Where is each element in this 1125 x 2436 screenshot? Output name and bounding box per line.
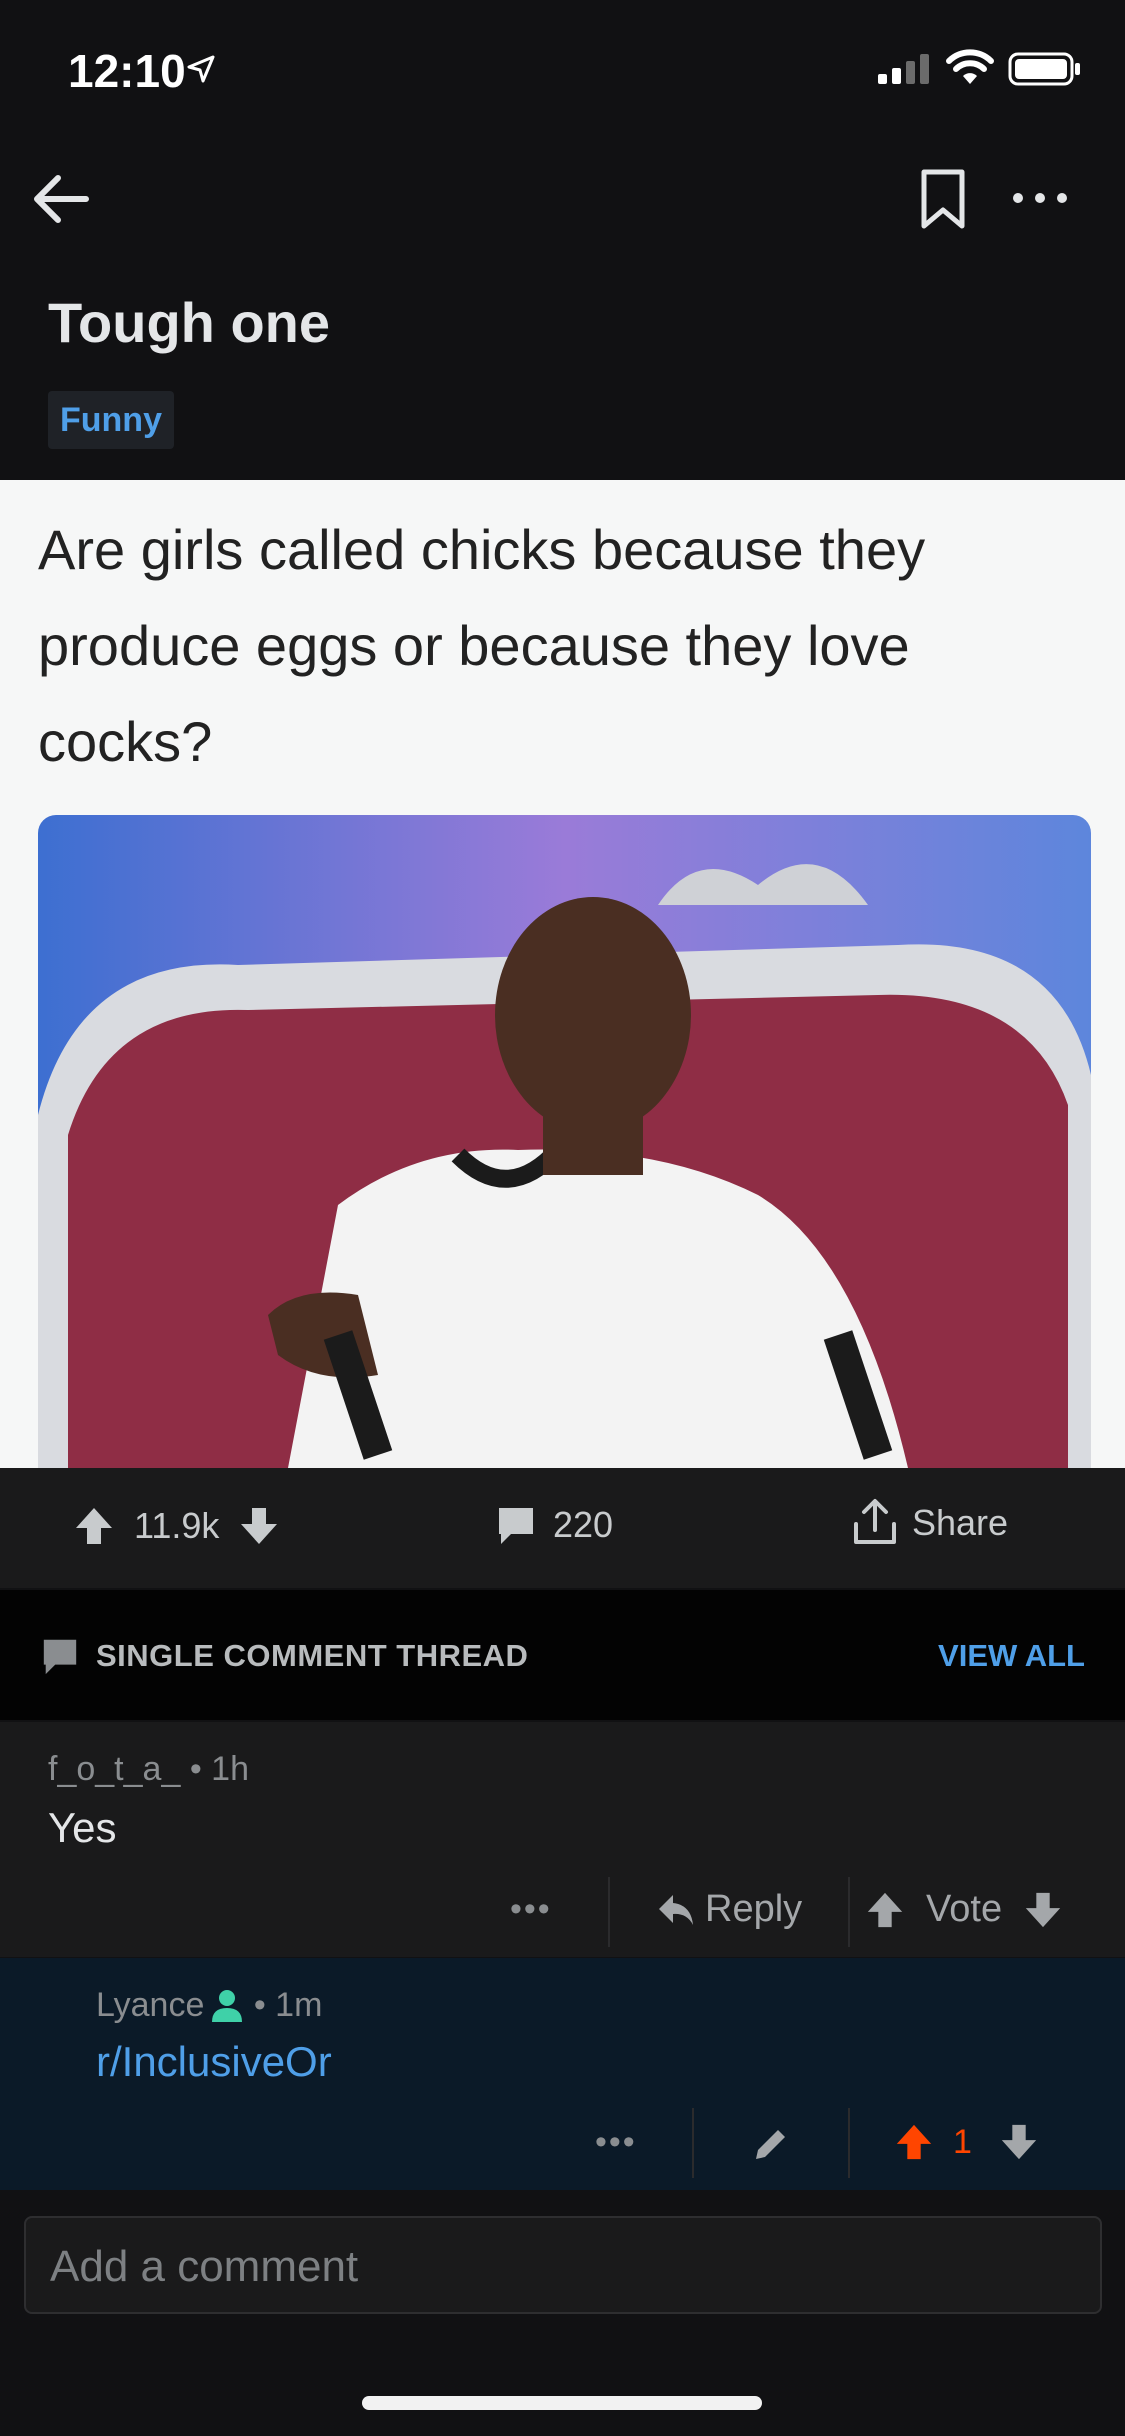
user-profile-icon bbox=[212, 1989, 243, 2022]
post-comments-button[interactable]: 220 bbox=[495, 1504, 613, 1546]
meta-separator: • bbox=[244, 1986, 276, 2024]
view-all-comments-link[interactable]: VIEW ALL bbox=[938, 1638, 1085, 1674]
home-indicator[interactable] bbox=[362, 2396, 762, 2410]
vote-label: Vote bbox=[926, 1888, 1003, 1930]
upvote-arrow-icon[interactable] bbox=[864, 1889, 906, 1931]
comment-meta: Lyance • 1m bbox=[96, 1986, 322, 2025]
thread-title: SINGLE COMMENT THREAD bbox=[96, 1638, 529, 1673]
share-label: Share bbox=[912, 1502, 1009, 1543]
comment-bubble-icon bbox=[43, 1639, 77, 1675]
subreddit-link[interactable]: r/InclusiveOr bbox=[96, 2038, 332, 2086]
wifi-icon bbox=[946, 49, 994, 84]
comment-more-options[interactable]: ••• bbox=[595, 2123, 637, 2162]
comment-actions: ••• 1 bbox=[0, 2103, 1125, 2183]
post-vote-group: 11.9k bbox=[72, 1504, 281, 1548]
nested-comment: Lyance • 1m r/InclusiveOr ••• 1 bbox=[0, 1958, 1125, 2190]
comment-composer-area: Add a comment bbox=[0, 2192, 1125, 2436]
divider bbox=[692, 2108, 694, 2178]
comment-age: 1h bbox=[211, 1750, 249, 1788]
post-comment-count: 220 bbox=[553, 1504, 614, 1545]
share-icon bbox=[854, 1499, 896, 1544]
post-flair[interactable]: Funny bbox=[48, 391, 174, 449]
comment-vote-group: 1 bbox=[893, 2121, 1040, 2163]
comment-meta: f_o_t_a_ • 1h bbox=[48, 1750, 249, 1789]
downvote-arrow-icon[interactable] bbox=[998, 2121, 1040, 2163]
reply-label: Reply bbox=[705, 1888, 803, 1930]
comment-score: 1 bbox=[953, 2122, 972, 2161]
post-image[interactable]: Are girls called chicks because they pro… bbox=[0, 480, 1125, 1468]
edit-pencil-icon[interactable] bbox=[750, 2123, 792, 2165]
meta-separator: • bbox=[189, 1750, 212, 1788]
divider bbox=[848, 1877, 850, 1947]
reply-button[interactable]: Reply bbox=[655, 1888, 802, 1931]
comment-body: Yes bbox=[48, 1804, 117, 1851]
comment-author[interactable]: Lyance bbox=[96, 1986, 204, 2025]
share-button[interactable]: Share bbox=[850, 1498, 1008, 1548]
post-action-bar: 11.9k 220 Share bbox=[0, 1468, 1125, 1588]
cellular-signal-icon bbox=[878, 54, 929, 84]
add-comment-placeholder: Add a comment bbox=[50, 2242, 359, 2291]
comment-more-options[interactable]: ••• bbox=[510, 1890, 552, 1929]
comment-bubble-icon bbox=[499, 1508, 533, 1544]
meme-photo bbox=[38, 815, 1091, 1468]
comment-vote-group: Vote bbox=[864, 1888, 1064, 1931]
comment-actions: ••• Reply Vote bbox=[0, 1872, 1125, 1952]
back-arrow-icon[interactable] bbox=[30, 168, 92, 230]
thread-header: SINGLE COMMENT THREAD VIEW ALL bbox=[0, 1590, 1125, 1720]
divider bbox=[848, 2108, 850, 2178]
upvote-arrow-icon[interactable] bbox=[893, 2121, 935, 2163]
status-bar: 12:10 bbox=[0, 0, 1125, 140]
battery-icon bbox=[1008, 52, 1080, 86]
meme-caption: Are girls called chicks because they pro… bbox=[38, 518, 926, 773]
comment: f_o_t_a_ • 1h Yes ••• Reply Vote bbox=[0, 1722, 1125, 1957]
post-vote-count: 11.9k bbox=[134, 1505, 220, 1546]
bookmark-icon[interactable] bbox=[918, 168, 968, 232]
more-options-icon[interactable] bbox=[1010, 180, 1070, 216]
divider bbox=[608, 1877, 610, 1947]
downvote-arrow-icon[interactable] bbox=[1022, 1889, 1064, 1931]
location-arrow-icon bbox=[187, 55, 215, 83]
comment-author[interactable]: f_o_t_a_ bbox=[48, 1750, 180, 1788]
reply-arrow-icon bbox=[659, 1894, 693, 1925]
comment-age: 1m bbox=[275, 1986, 323, 2024]
add-comment-input[interactable]: Add a comment bbox=[24, 2216, 1102, 2314]
post-nav-bar bbox=[0, 150, 1125, 250]
clock: 12:10 bbox=[68, 45, 186, 97]
post-title: Tough one bbox=[48, 291, 330, 354]
upvote-arrow-icon[interactable] bbox=[72, 1504, 116, 1548]
downvote-arrow-icon[interactable] bbox=[237, 1504, 281, 1548]
